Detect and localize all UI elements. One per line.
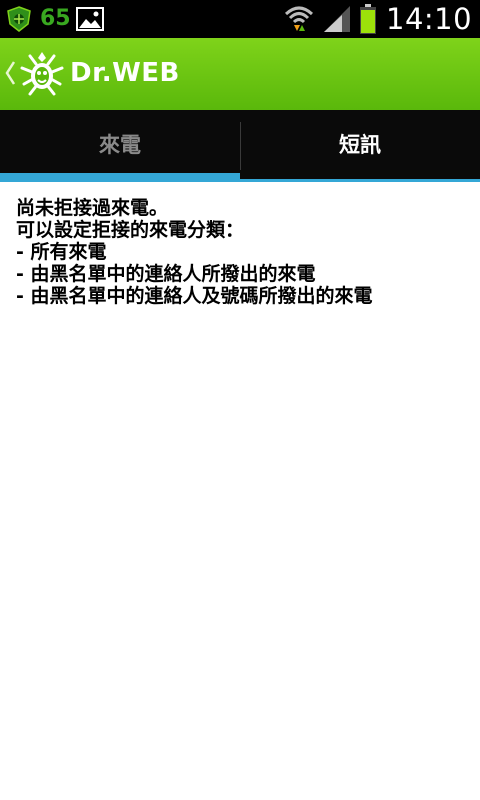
action-bar: Dr.WEB	[0, 38, 480, 110]
status-bar: 65 14:10	[0, 0, 480, 38]
blocked-calls-message: 尚未拒接過來電。 可以設定拒接的來電分類： - 所有來電 - 由黑名單中的連絡人…	[16, 197, 466, 307]
tab-bar: 來電 短訊	[0, 110, 480, 182]
signal-icon	[324, 6, 350, 32]
notification-count: 65	[40, 6, 71, 31]
tab-underline	[240, 179, 480, 182]
app-title: Dr.WEB	[70, 58, 180, 88]
tab-calls[interactable]: 來電	[0, 110, 240, 182]
categories-intro-text: 可以設定拒接的來電分類：	[16, 219, 245, 241]
battery-icon	[360, 4, 376, 34]
category-all-calls: - 所有來電	[16, 241, 107, 263]
empty-state-text: 尚未拒接過來電。	[16, 197, 169, 219]
category-blacklist-contacts: - 由黑名單中的連絡人所撥出的來電	[16, 263, 316, 285]
category-blacklist-contacts-numbers: - 由黑名單中的連絡人及號碼所撥出的來電	[16, 285, 373, 307]
selected-tab-indicator	[0, 173, 240, 182]
drweb-shield-icon	[7, 6, 31, 32]
clock: 14:10	[386, 2, 473, 36]
back-chevron-icon[interactable]	[4, 60, 16, 86]
image-icon	[76, 7, 104, 31]
tab-sms[interactable]: 短訊	[240, 110, 480, 182]
drweb-spider-logo-icon[interactable]	[16, 48, 68, 100]
wifi-icon	[284, 6, 314, 31]
